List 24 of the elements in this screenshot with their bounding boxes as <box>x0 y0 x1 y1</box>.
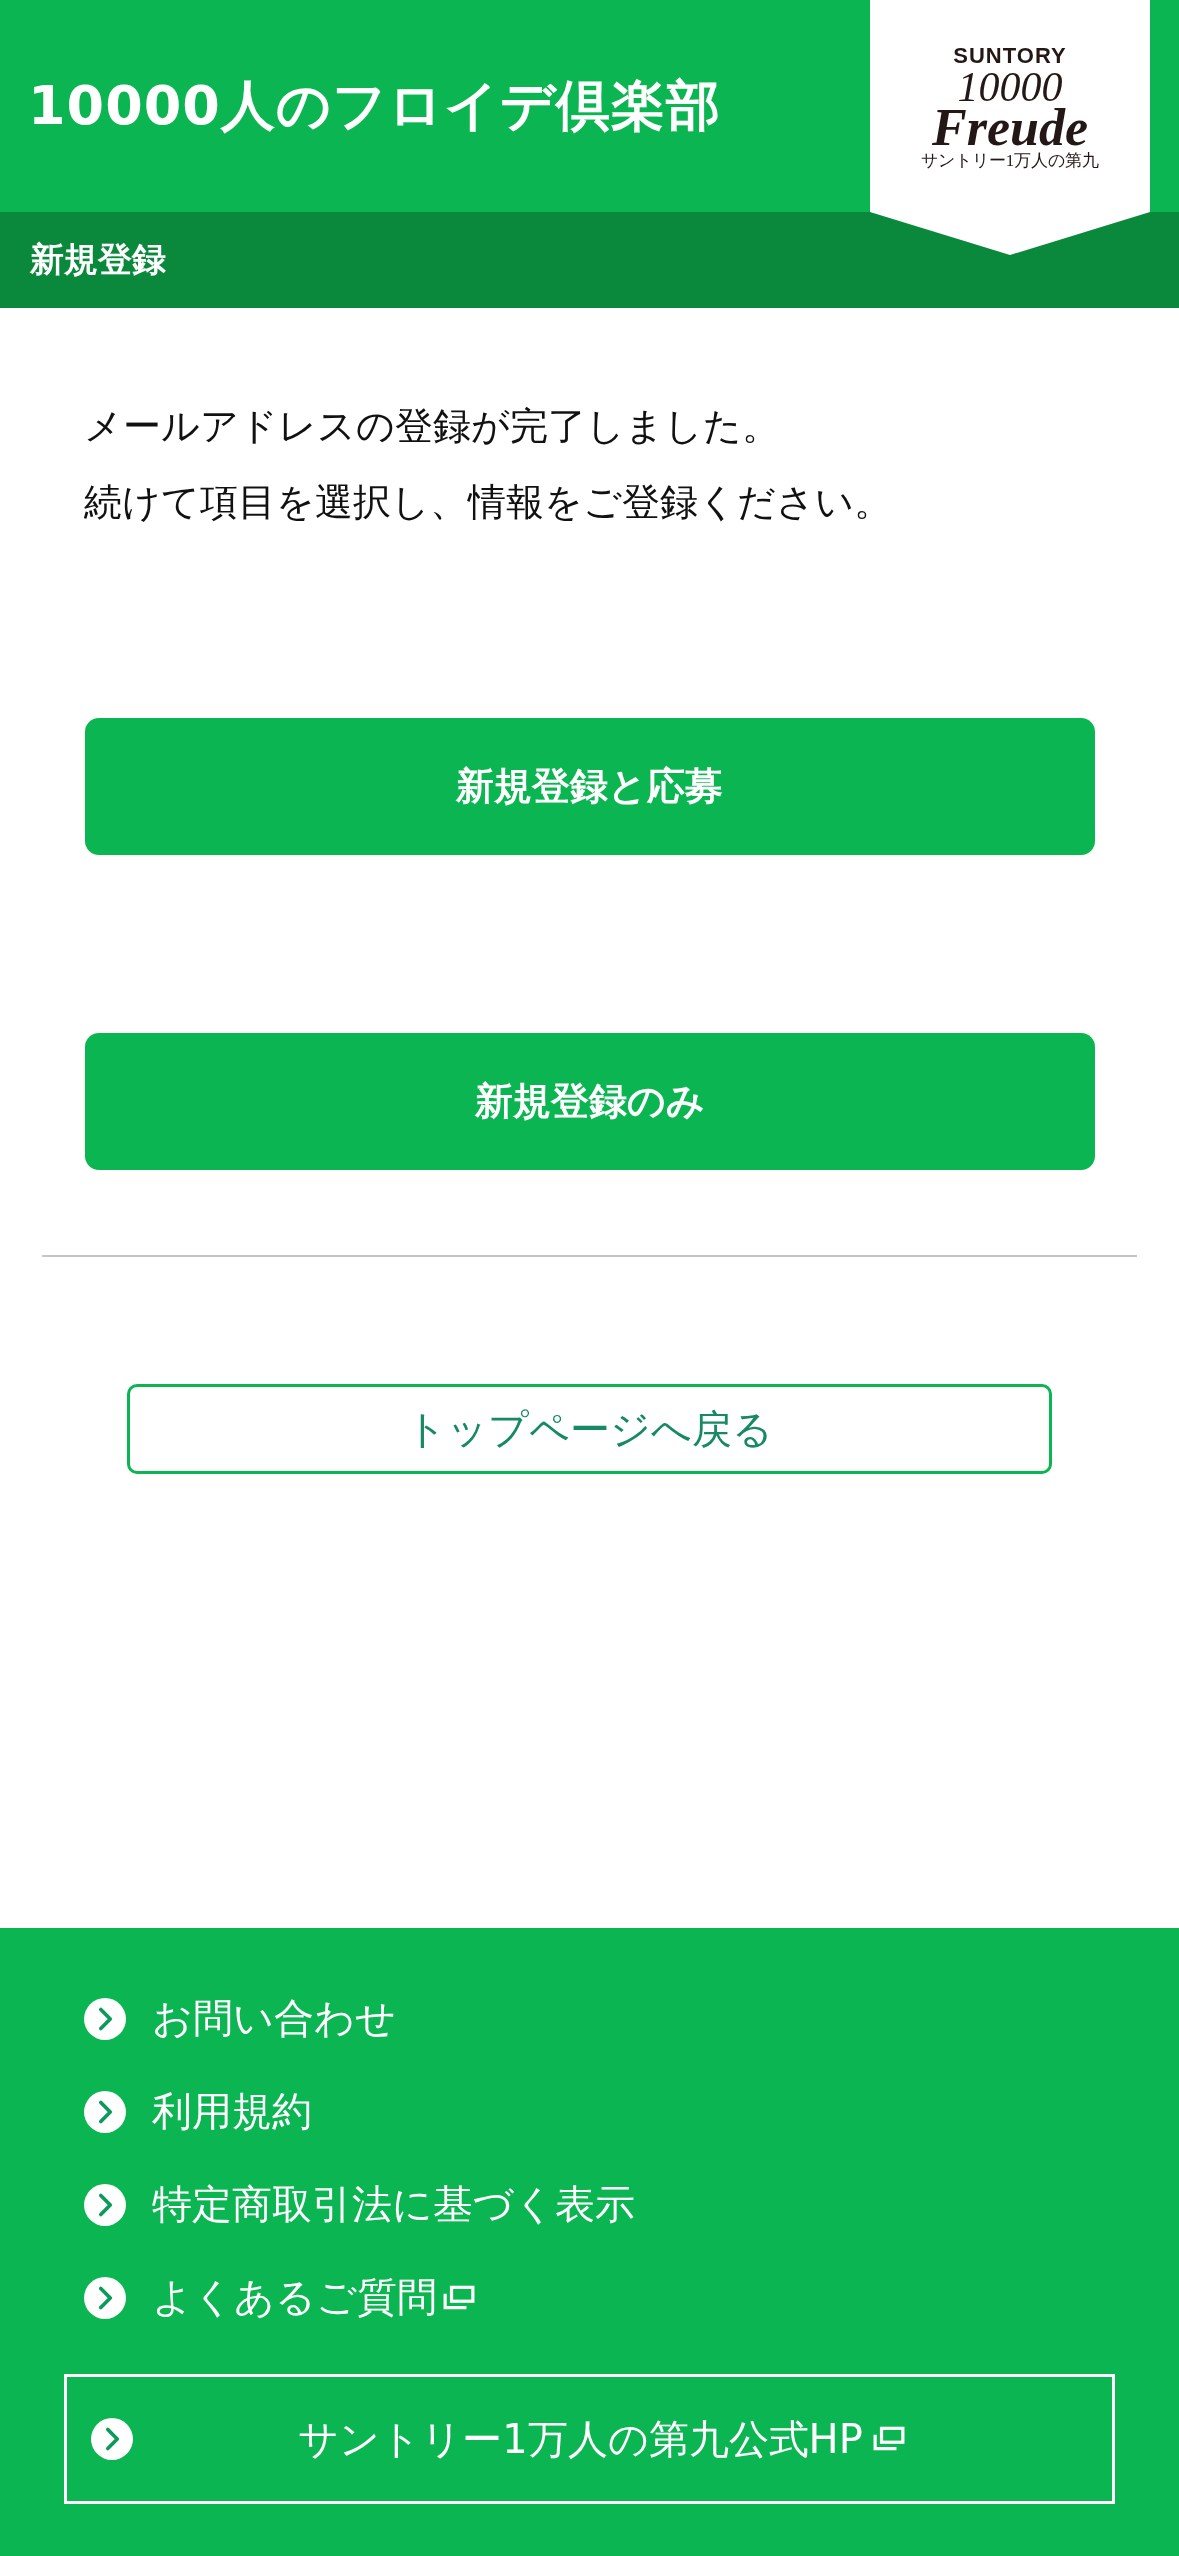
footer-link[interactable]: 特定商取引法に基づく表示 <box>152 2177 635 2232</box>
footer-link[interactable]: よくあるご質問 <box>152 2270 475 2325</box>
external-link-icon <box>443 2284 475 2311</box>
external-link-icon <box>872 2426 905 2452</box>
page-title: 新規登録 <box>30 238 166 281</box>
logo-word: Freude <box>932 106 1088 150</box>
logo-subtitle: サントリー1万人の第九 <box>920 150 1100 172</box>
chevron-icon <box>84 1997 126 2040</box>
chevron-icon <box>84 2090 126 2133</box>
register-button[interactable]: 新規登録と応募 <box>84 718 1095 855</box>
chevron-icon <box>84 2276 126 2319</box>
register-button[interactable]: 新規登録のみ <box>84 1033 1095 1170</box>
message-text: メールアドレスの登録が完了しました。 <box>84 403 781 450</box>
site-title: 10000人のフロイデ倶楽部 <box>28 72 721 139</box>
back-to-top-button[interactable]: トップページへ戻る <box>127 1384 1052 1474</box>
footer-link[interactable]: お問い合わせ <box>152 1991 396 2046</box>
footer-link[interactable]: 利用規約 <box>152 2084 312 2139</box>
chevron-icon <box>91 2418 133 2460</box>
logo-badge[interactable]: SUNTORY 10000 Freude サントリー1万人の第九 <box>870 0 1150 255</box>
official-site-link[interactable]: サントリー1万人の第九公式HP <box>64 2374 1115 2504</box>
chevron-icon <box>84 2183 126 2226</box>
logo-brand: SUNTORY <box>953 44 1067 68</box>
message-text: 続けて項目を選択し、情報をご登録ください。 <box>84 479 893 526</box>
logo-number: 10000 <box>957 68 1063 106</box>
